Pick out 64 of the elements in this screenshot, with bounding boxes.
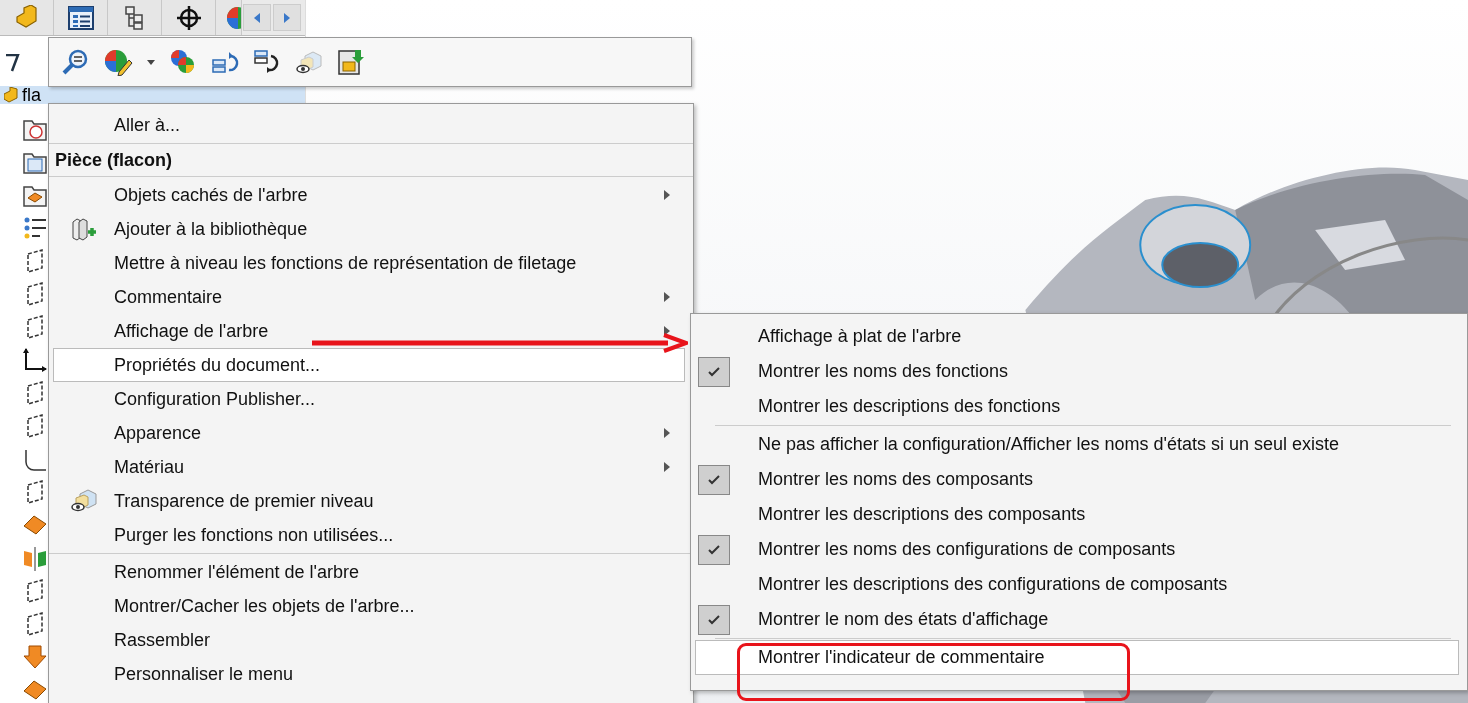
menu-item[interactable]: Aller à... xyxy=(53,108,685,142)
menu-header: Pièce (flacon) xyxy=(55,149,173,171)
part-icon xyxy=(4,87,18,104)
axes-icon[interactable] xyxy=(22,347,48,373)
check-icon xyxy=(708,474,720,485)
list-icon[interactable] xyxy=(22,215,48,241)
submenu-arrow-icon xyxy=(664,292,670,302)
appearance-edit-icon[interactable] xyxy=(103,48,133,76)
menu-item[interactable]: Montrer les descriptions des composants xyxy=(695,497,1459,532)
checkbox[interactable] xyxy=(698,604,730,635)
menu-item[interactable]: Objets cachés de l'arbre xyxy=(53,178,685,212)
books-add-icon xyxy=(71,216,97,242)
filter-icon[interactable] xyxy=(6,54,20,73)
menu-item[interactable]: Affichage à plat de l'arbre xyxy=(695,319,1459,354)
menu-item[interactable]: Montrer les noms des composants xyxy=(695,462,1459,497)
crosshair-icon xyxy=(175,4,202,31)
crosshair-tab[interactable] xyxy=(162,0,216,36)
menu-item[interactable]: Mettre à niveau les fonctions de représentation de filetage xyxy=(53,246,685,280)
menu-item[interactable]: Montrer les descriptions des configurations de composants xyxy=(695,567,1459,602)
rotate-swap-icon[interactable] xyxy=(253,48,281,76)
menu-item[interactable]: Ne pas afficher la configuration/Afficher les noms d'états si un seul existe xyxy=(695,427,1459,462)
menu-item[interactable]: Purger les fonctions non utilisées... xyxy=(53,518,685,552)
search-icon[interactable] xyxy=(61,48,89,76)
menu-item[interactable]: Montrer le nom des états d'affichage xyxy=(695,602,1459,637)
hierarchy-tab[interactable] xyxy=(108,0,162,36)
submenu-arrow-icon xyxy=(664,190,670,200)
menu-item[interactable]: Ajouter à la bibliothèque xyxy=(53,212,685,246)
menu-item[interactable]: Transparence de premier niveau xyxy=(53,484,685,518)
appearances-icon[interactable] xyxy=(169,48,197,76)
menu-item[interactable]: Configuration Publisher... xyxy=(53,382,685,416)
menu-item[interactable]: Montrer/Cacher les objets de l'arbre... xyxy=(53,589,685,623)
tree-root-item[interactable]: fla xyxy=(0,86,305,104)
menu-item[interactable]: Montrer les noms des fonctions xyxy=(695,354,1459,389)
menu-item[interactable]: Affichage de l'arbre xyxy=(53,314,685,348)
list-icon xyxy=(66,4,95,31)
arrow-right-icon xyxy=(284,12,290,23)
scroll-right-button[interactable] xyxy=(273,4,301,32)
menu-item[interactable]: Rassembler xyxy=(53,623,685,657)
menu-item[interactable]: Renommer l'élément de l'arbre xyxy=(53,555,685,589)
check-icon xyxy=(708,544,720,555)
submenu-arrow-icon xyxy=(664,326,670,336)
menu-item[interactable]: Propriétés du document... xyxy=(53,348,685,382)
appearance-tab[interactable] xyxy=(216,0,242,36)
submenu-arrow-icon xyxy=(664,428,670,438)
check-icon xyxy=(708,614,720,625)
menu-item[interactable]: Personnaliser le menu xyxy=(53,657,685,691)
export-icon[interactable] xyxy=(337,48,365,76)
caret-icon[interactable] xyxy=(147,59,155,65)
menu-item[interactable]: Montrer l'indicateur de commentaire xyxy=(695,640,1459,675)
check-icon xyxy=(708,366,720,377)
menu-item[interactable]: Commentaire xyxy=(53,280,685,314)
checkbox[interactable] xyxy=(698,356,730,387)
arrow-icon[interactable] xyxy=(22,644,48,670)
checkbox[interactable] xyxy=(698,464,730,495)
checkbox[interactable] xyxy=(698,534,730,565)
menu-item[interactable]: Apparence xyxy=(53,416,685,450)
submenu-arrow-icon xyxy=(664,462,670,472)
menu-item[interactable]: Matériau xyxy=(53,450,685,484)
menu-item[interactable]: Montrer les noms des configurations de composants xyxy=(695,532,1459,567)
menu-item[interactable]: Montrer les descriptions des fonctions xyxy=(695,389,1459,424)
feature-tree-tab[interactable] xyxy=(54,0,108,36)
eye-cube-icon xyxy=(70,488,98,514)
arrow-left-icon xyxy=(254,12,260,23)
scroll-left-button[interactable] xyxy=(243,4,271,32)
